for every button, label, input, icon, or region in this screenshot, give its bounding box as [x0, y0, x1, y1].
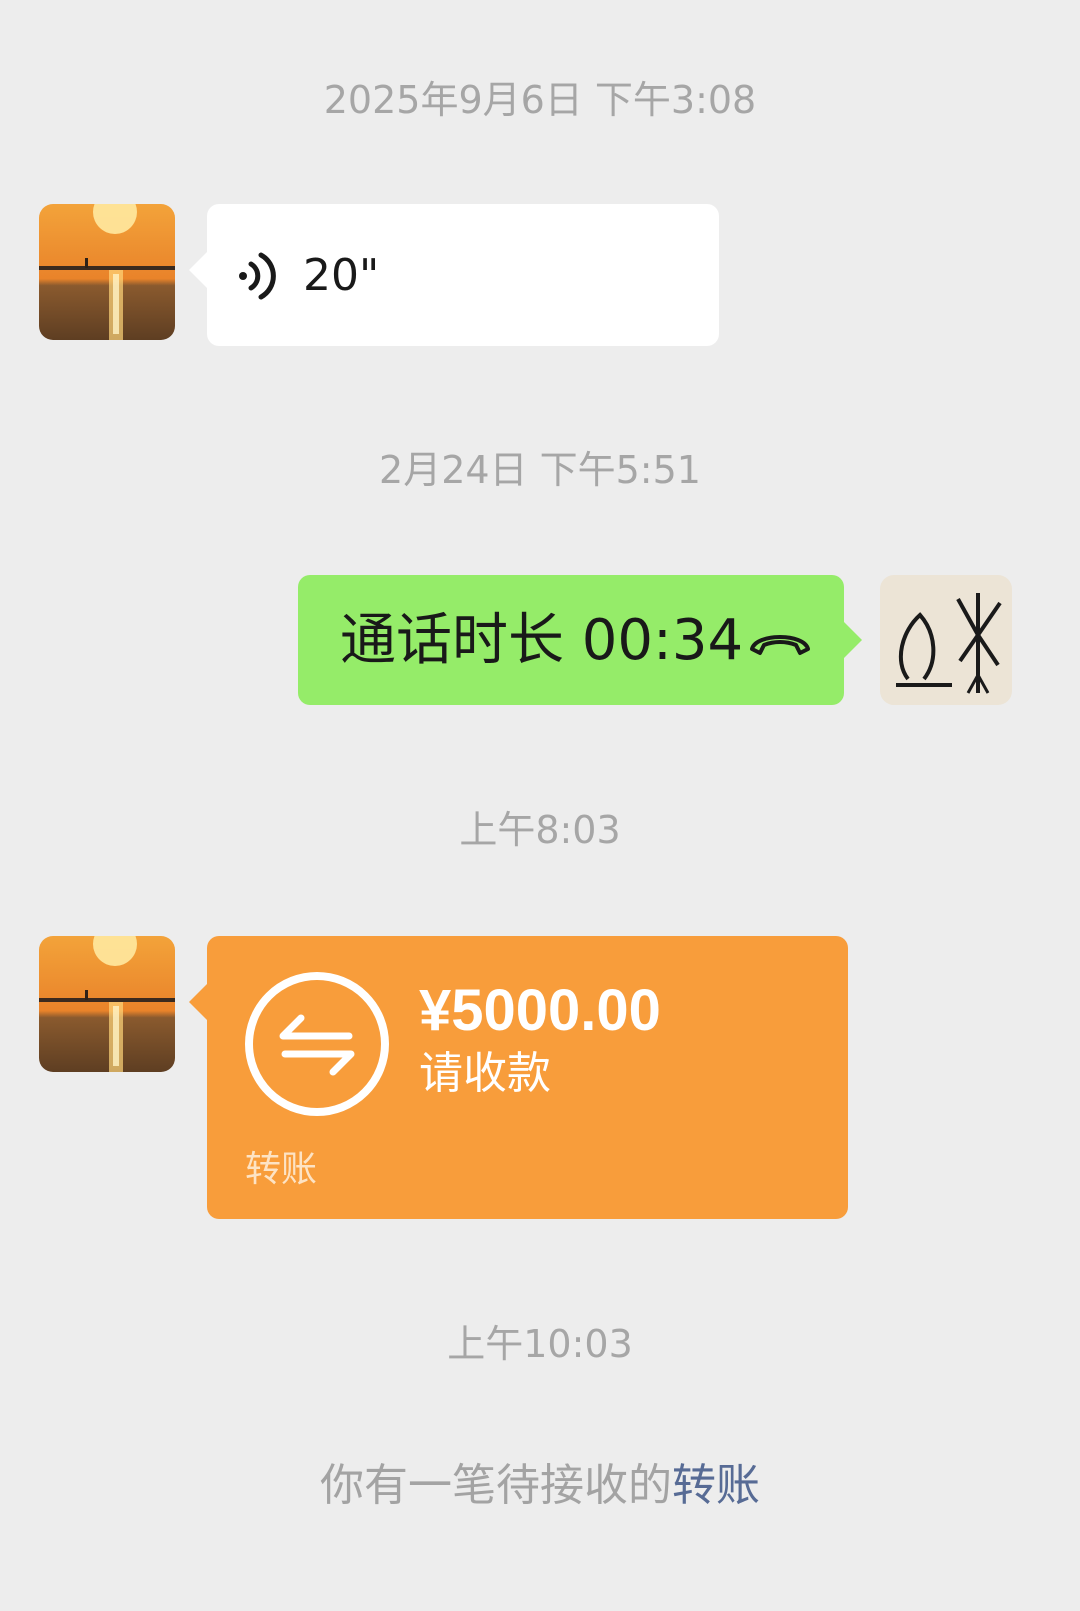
transfer-amount: ¥5000.00	[419, 978, 661, 1043]
sunset-avatar-image	[39, 204, 175, 340]
sunset-avatar-image	[39, 936, 175, 1072]
bubble-tail	[189, 984, 207, 1020]
call-message-bubble[interactable]: 通话时长 00:34	[298, 575, 844, 705]
call-duration-text: 通话时长 00:34	[340, 608, 744, 673]
timestamp: 上午8:03	[459, 808, 621, 852]
timestamp: 2月24日 下午5:51	[379, 448, 701, 492]
timestamp: 上午10:03	[447, 1322, 633, 1366]
transfer-status: 请收款	[419, 1048, 551, 1099]
contact-avatar[interactable]	[39, 204, 175, 340]
phone-hangup-icon	[750, 635, 810, 655]
timestamp: 2025年9月6日 下午3:08	[323, 78, 757, 122]
system-notice-text: 你有一笔待接收的	[320, 1460, 672, 1511]
calligraphy-avatar-image	[880, 575, 1012, 705]
bubble-tail	[844, 622, 862, 658]
voice-duration: 20"	[303, 250, 380, 301]
voice-wave-icon	[239, 252, 276, 300]
transfer-arrows-icon	[245, 972, 389, 1116]
chat-view: 2025年9月6日 下午3:08 20" 2月24日 下午5:51 通话时长 0…	[0, 0, 1080, 1611]
transfer-label: 转账	[245, 1149, 318, 1190]
transfer-link[interactable]: 转账	[672, 1460, 760, 1511]
system-notice: 你有一笔待接收的转账	[0, 1456, 1080, 1516]
bubble-tail	[189, 252, 207, 288]
contact-avatar[interactable]	[39, 936, 175, 1072]
voice-message-bubble[interactable]: 20"	[207, 204, 719, 346]
transfer-message-card[interactable]: ¥5000.00 请收款 转账	[207, 936, 848, 1219]
my-avatar[interactable]	[880, 575, 1012, 705]
